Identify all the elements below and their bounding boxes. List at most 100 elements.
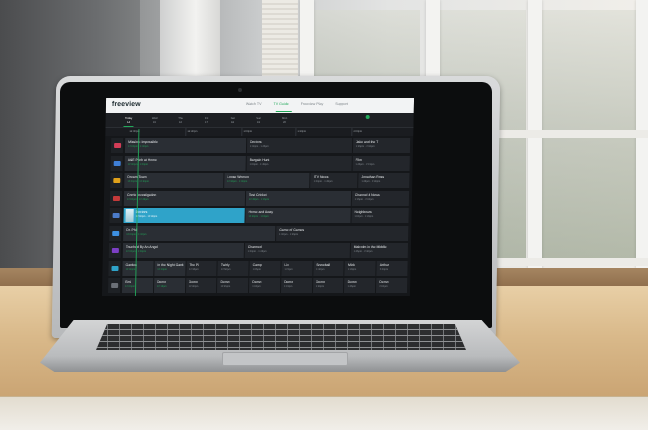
programme-cell[interactable]: Bargain Hunt 1:00pm - 1:45pm: [246, 155, 353, 171]
programme-title: Mick: [347, 262, 356, 267]
channel-logo[interactable]: [109, 190, 123, 206]
freeview-logo[interactable]: freeview: [112, 101, 141, 108]
programme-time: 1:15pm - 2:00pm: [354, 197, 374, 201]
programme-time: 1:45pm - 2:15pm: [355, 162, 375, 166]
programme-cell[interactable]: Garden 12:00pm: [122, 260, 155, 276]
nav-freeview-play[interactable]: Freeview Play: [301, 102, 324, 106]
programme-cell[interactable]: Demo 1:15pm: [280, 278, 313, 293]
bottom-margin: [0, 430, 648, 436]
programme-cell[interactable]: Home and Away 12:30pm - 1:00pm: [245, 208, 352, 223]
programme-cell[interactable]: Jonathan Ross 1:45pm - 2:30pm: [358, 173, 411, 188]
day-tab[interactable]: Sat 18: [224, 117, 242, 124]
nav-tv-guide[interactable]: TV Guide: [273, 102, 288, 106]
itv-icon: [112, 178, 120, 183]
channel-row: A&E Pitch at Home12:00pm - 1:00pmBargain…: [105, 155, 413, 172]
channel-logo[interactable]: [108, 260, 121, 276]
programme-time: 12:00pm - 12:30pm: [127, 180, 150, 183]
programme-cell[interactable]: Demo 12:30pm: [185, 278, 218, 293]
channel-logo[interactable]: [109, 225, 122, 241]
programme-time: 1:05pm: [252, 267, 261, 271]
day-tab[interactable]: Mon 20: [276, 117, 294, 124]
day-tab[interactable]: Fri 17: [198, 117, 216, 124]
day-tab[interactable]: Today 14: [120, 117, 138, 124]
channel-logo[interactable]: [110, 155, 123, 171]
programme-cell[interactable]: Film 1:45pm - 2:15pm: [352, 155, 411, 171]
programme-time: 12:00pm - 1:00pm: [128, 145, 149, 148]
channel-row: Doctors 12:00pm - 12:30pm Home and Away 12:…: [103, 207, 411, 224]
programme-cell[interactable]: Jake and the T 1:45pm - 2:30pm: [352, 138, 412, 153]
programme-cell[interactable]: Loose Women 12:30pm - 1:00pm: [223, 173, 311, 188]
channel-logo[interactable]: [110, 173, 123, 188]
time-label: 12:30pm: [187, 130, 198, 133]
programme-time: 12:45pm - 1:15pm: [248, 197, 270, 201]
moon-icon: [365, 115, 370, 119]
day-date: 20: [283, 121, 287, 124]
programme-cell[interactable]: Demo 2:00pm: [376, 278, 409, 293]
channel-logo[interactable]: [108, 243, 122, 258]
day-tab[interactable]: Thu 16: [172, 117, 190, 124]
programme-cell[interactable]: Channel 4 News 1:15pm - 2:00pm: [351, 190, 411, 206]
programme-cell[interactable]: Camp 1:05pm: [249, 260, 282, 276]
nav-watch-tv[interactable]: Watch TV: [246, 102, 262, 106]
programme-cell[interactable]: Twirly 12:50pm: [217, 260, 250, 276]
programme-cell[interactable]: Liv 1:20pm: [281, 260, 314, 276]
programme-time: 1:00pm - 1:45pm: [247, 250, 267, 253]
programme-cell[interactable]: A&E Pitch at Home12:00pm - 1:00pm: [124, 155, 247, 171]
programme-cell[interactable]: The Pi 12:35pm: [185, 260, 218, 276]
nav-support[interactable]: Support: [335, 102, 348, 106]
programme-cell[interactable]: Mission: Impossible12:00pm - 1:00pm: [124, 138, 248, 153]
channel-logo[interactable]: [109, 208, 122, 223]
programme-title: Home and Away: [248, 210, 274, 214]
programme-title: In the Night Garden: [157, 262, 184, 267]
programme-cell[interactable]: Game of Games 1:00pm - 1:45pm: [276, 225, 410, 241]
programme-title: Arthur: [379, 262, 390, 267]
programme-cell[interactable]: Demo 12:15pm: [153, 278, 186, 293]
programme-cell[interactable]: Neighbours 1:00pm - 1:45pm: [351, 208, 410, 223]
time-tick: [295, 128, 297, 136]
programme-time: 12:00pm - 12:30pm: [135, 215, 158, 218]
programme-cell[interactable]: Mick 1:45pm: [344, 260, 377, 276]
programme-cell[interactable]: Test Cricket 12:45pm - 1:15pm: [245, 190, 352, 206]
day-name: Today: [125, 117, 133, 120]
programme-cell[interactable]: Snowball 1:30pm: [313, 260, 346, 276]
channel-row: Dr. Phil12:00pm - 1:00pmGame of Games1:0…: [103, 225, 411, 242]
programme-cell[interactable]: Arthur 2:00pm: [376, 260, 409, 276]
programme-cell[interactable]: Malcolm in the Middle 1:45pm - 2:30pm: [350, 243, 410, 258]
programme-cell[interactable]: Corrie Investigation12:00pm - 12:45pm: [123, 190, 246, 206]
programme-time: 12:35pm: [189, 267, 199, 271]
day-tab[interactable]: Wed 15: [146, 117, 164, 124]
programme-cell[interactable]: Dr. Phil12:00pm - 1:00pm: [123, 225, 277, 241]
channel-logo[interactable]: [110, 138, 124, 153]
programme-cell[interactable]: Demo 12:45pm: [217, 278, 250, 293]
channel-row: Touched By An Angel12:00pm - 1:00pmCharm…: [103, 242, 411, 259]
programme-cell[interactable]: Demo 1:00pm: [249, 278, 282, 293]
channel-logo[interactable]: [107, 278, 121, 293]
programme-cell[interactable]: Doctors 1:00pm - 1:45pm: [246, 138, 353, 153]
day-tab[interactable]: Sun 19: [250, 117, 268, 124]
programme-cell[interactable]: In the Night Garden 12:10pm: [154, 260, 187, 276]
programme-cell[interactable]: Emi 12:00pm: [121, 278, 155, 293]
programme-cell[interactable]: ITV News 1:00pm - 1:45pm: [310, 173, 359, 188]
programme-title: Dream Team: [127, 175, 147, 179]
programme-title: Corrie Investigation: [127, 192, 157, 197]
programme-cell[interactable]: Touched By An Angel12:00pm - 1:00pm: [122, 243, 245, 258]
programme-time: 1:00pm: [252, 285, 261, 288]
channel-4-icon: [112, 195, 120, 201]
programme-time: 12:00pm - 1:00pm: [127, 162, 149, 166]
day-date: 15: [153, 121, 157, 124]
programme-cell[interactable]: Doctors 12:00pm - 12:30pm: [123, 208, 246, 223]
programme-thumbnail: [125, 209, 134, 222]
programme-cell[interactable]: Demo 1:30pm: [312, 278, 345, 293]
programme-cell[interactable]: Dream Team12:00pm - 12:30pm: [124, 173, 225, 188]
programme-title: Channel 4 News: [354, 192, 380, 197]
channel-row: Emi 12:00pm Demo 12:15pm Demo 12:30pm Demo 12:4…: [102, 277, 410, 294]
main-nav: Watch TV TV Guide Freeview Play Support: [246, 102, 348, 106]
programme-time: 1:00pm - 1:45pm: [249, 145, 269, 148]
programme-cell[interactable]: Charmed 1:00pm - 1:45pm: [244, 243, 351, 258]
programme-title: Dr. Phil: [126, 227, 138, 232]
programme-time: 1:45pm - 2:30pm: [361, 180, 381, 183]
programme-cell[interactable]: Demo 1:45pm: [344, 278, 377, 293]
programme-time: 12:30pm - 1:00pm: [248, 215, 269, 218]
kids-icon: [110, 283, 118, 288]
time-tick: [351, 128, 353, 136]
